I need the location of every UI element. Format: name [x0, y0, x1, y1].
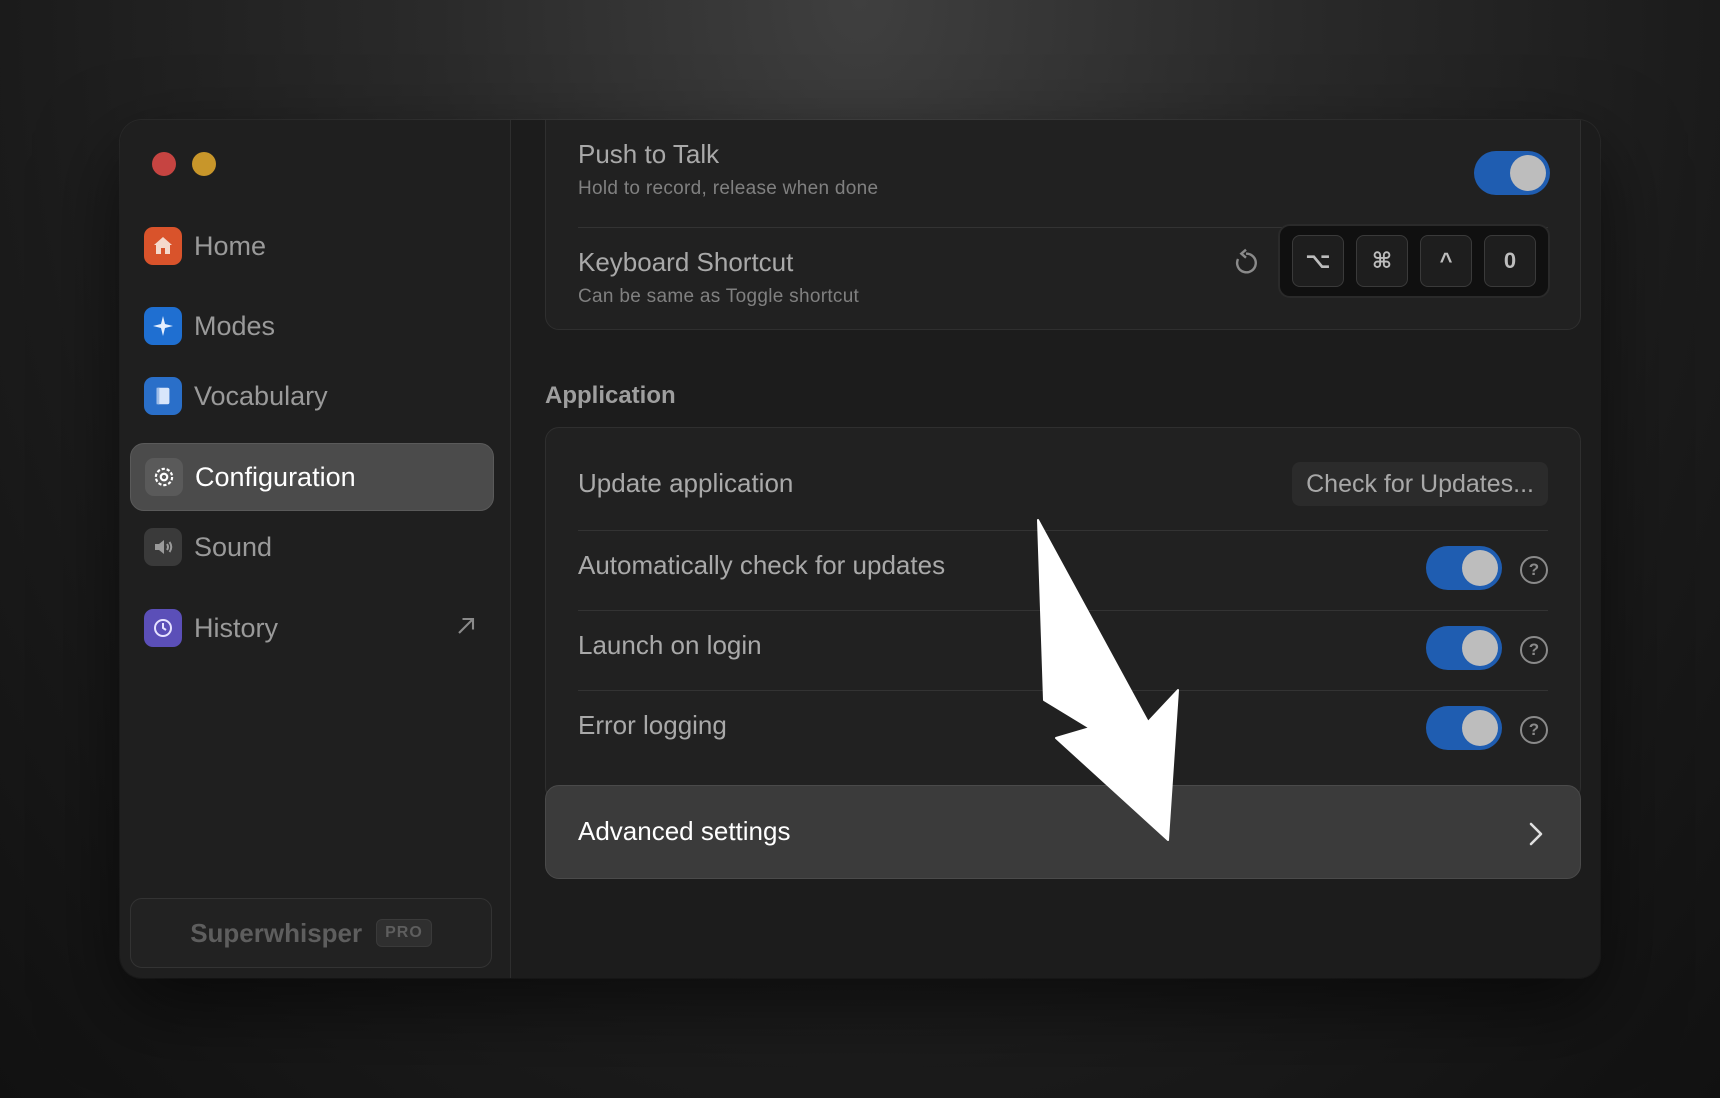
launch-on-login-toggle[interactable]	[1426, 626, 1502, 670]
main-content: Push to Talk Hold to record, release whe…	[511, 120, 1600, 978]
external-link-icon	[452, 612, 480, 645]
error-logging-row: Error logging	[578, 710, 1548, 741]
window-controls	[152, 152, 216, 176]
shortcut-key: ^	[1420, 235, 1472, 287]
application-settings-card: Update application Check for Updates... …	[545, 427, 1581, 801]
sidebar-item-sound[interactable]: Sound	[130, 513, 494, 581]
help-icon[interactable]: ?	[1520, 556, 1548, 584]
shortcut-key: 0	[1484, 235, 1536, 287]
push-to-talk-subtitle: Hold to record, release when done	[578, 178, 879, 199]
launch-on-login-row: Launch on login	[578, 630, 1548, 661]
gear-icon	[145, 458, 183, 496]
sidebar-item-label: Home	[194, 230, 267, 261]
close-window-button[interactable]	[152, 152, 176, 176]
house-icon	[144, 227, 182, 265]
error-logging-title: Error logging	[578, 710, 727, 740]
auto-check-row: Automatically check for updates	[578, 550, 1548, 581]
history-icon	[144, 609, 182, 647]
minimize-window-button[interactable]	[192, 152, 216, 176]
advanced-settings-label: Advanced settings	[578, 816, 791, 846]
shortcut-key: ⌥	[1292, 235, 1344, 287]
speaker-icon	[144, 528, 182, 566]
launch-on-login-title: Launch on login	[578, 630, 762, 660]
brand-name: Superwhisper	[190, 917, 363, 948]
sidebar-item-vocabulary[interactable]: Vocabulary	[130, 362, 494, 430]
recording-settings-card: Push to Talk Hold to record, release whe…	[545, 120, 1581, 330]
sidebar-item-label: History	[194, 612, 279, 643]
application-section-title: Application	[545, 382, 676, 409]
help-icon[interactable]: ?	[1520, 636, 1548, 664]
reset-shortcut-icon[interactable]	[1230, 247, 1262, 284]
sparkle-icon	[144, 307, 182, 345]
sidebar-item-label: Modes	[194, 310, 276, 341]
shortcut-key: ⌘	[1356, 235, 1408, 287]
app-window: Home Modes Vocabulary Configuration Soun	[120, 120, 1600, 978]
auto-check-title: Automatically check for updates	[578, 550, 946, 580]
sidebar-item-home[interactable]: Home	[130, 212, 494, 280]
sidebar-item-label: Vocabulary	[194, 380, 328, 411]
check-for-updates-button[interactable]: Check for Updates...	[1292, 462, 1548, 506]
book-icon	[144, 377, 182, 415]
error-logging-toggle[interactable]	[1426, 706, 1502, 750]
help-icon[interactable]: ?	[1520, 716, 1548, 744]
sidebar-item-history[interactable]: History	[130, 594, 494, 662]
shortcut-recorder[interactable]: ⌥ ⌘ ^ 0	[1278, 224, 1550, 298]
chevron-right-icon	[1524, 820, 1548, 853]
push-to-talk-toggle[interactable]	[1474, 151, 1550, 195]
sidebar-item-modes[interactable]: Modes	[130, 292, 494, 360]
sidebar-item-label: Configuration	[195, 461, 356, 492]
sidebar-item-configuration[interactable]: Configuration	[130, 443, 494, 511]
brand-badge: Superwhisper PRO	[130, 898, 492, 968]
advanced-settings-button[interactable]: Advanced settings	[545, 785, 1581, 879]
sidebar-item-label: Sound	[194, 531, 273, 562]
push-to-talk-title: Push to Talk	[578, 139, 720, 169]
pro-badge: PRO	[376, 919, 432, 947]
auto-check-toggle[interactable]	[1426, 546, 1502, 590]
push-to-talk-row: Push to Talk Hold to record, release whe…	[578, 139, 1548, 200]
sidebar: Home Modes Vocabulary Configuration Soun	[120, 120, 511, 978]
